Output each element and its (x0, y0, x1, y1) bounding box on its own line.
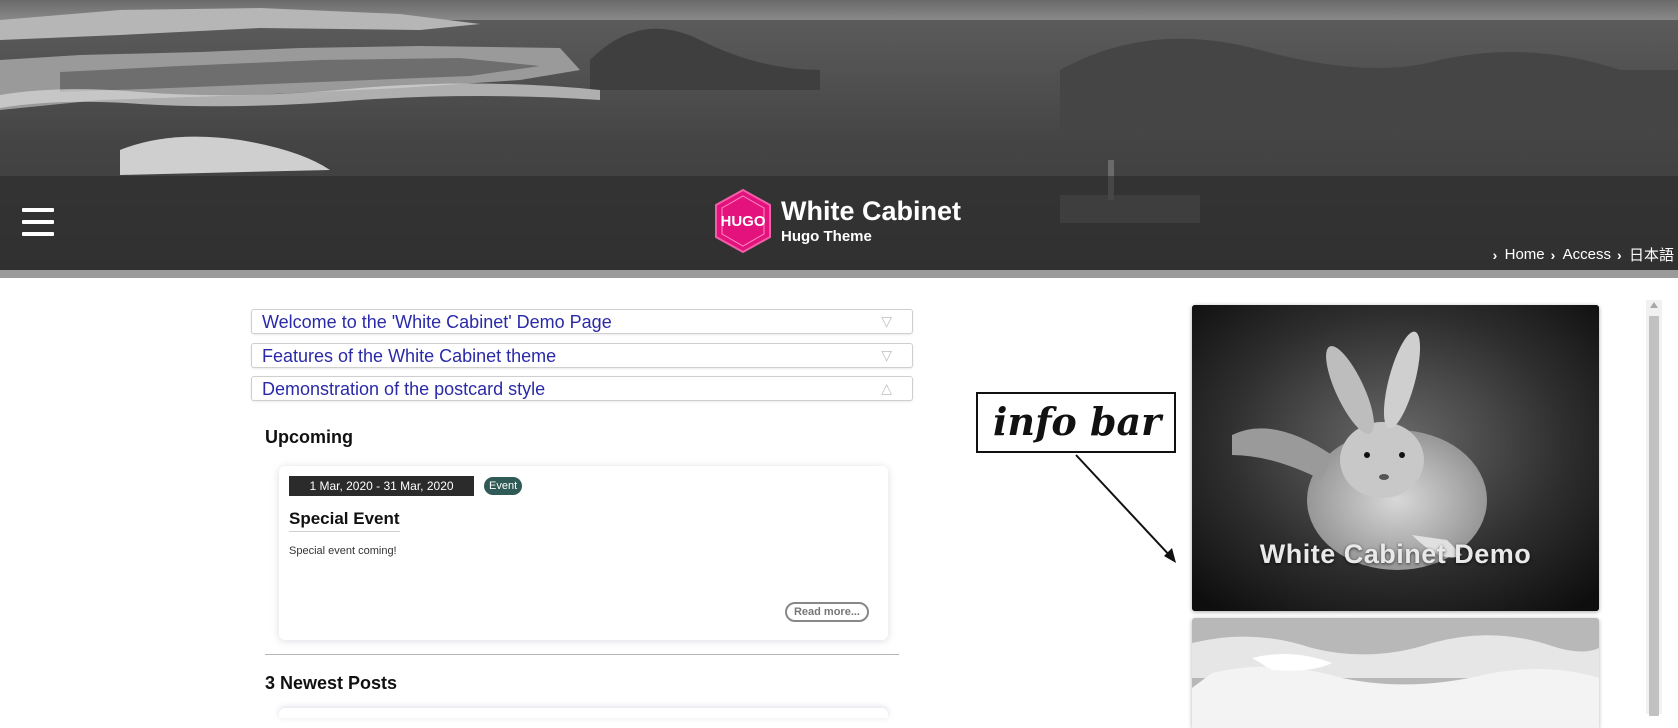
annotation-arrow-icon (1075, 454, 1176, 563)
accordion-label: Welcome to the 'White Cabinet' Demo Page (262, 312, 612, 332)
site-brand[interactable]: HUGO White Cabinet Hugo Theme (713, 188, 961, 254)
triangle-up-icon: △ (881, 380, 892, 396)
triangle-down-icon: ▽ (881, 313, 892, 329)
site-subtitle: Hugo Theme (781, 228, 872, 245)
nav-link-access[interactable]: › Access (1551, 244, 1611, 265)
chevron-right-icon: › (1492, 246, 1498, 263)
chevron-right-icon: › (1550, 246, 1556, 263)
sky-photo (1192, 618, 1599, 728)
site-header: HUGO White Cabinet Hugo Theme › Home › Acc… (0, 0, 1678, 278)
nav-label: Home (1504, 246, 1545, 263)
hugo-logo-icon: HUGO (713, 188, 773, 254)
scrollbar-thumb[interactable] (1649, 316, 1659, 716)
nav-label: 日本語 (1628, 247, 1674, 264)
header-bottom-strip (0, 270, 1678, 278)
sidebar-sky-image[interactable] (1192, 618, 1599, 728)
logo-text: HUGO (721, 213, 766, 230)
upcoming-heading: Upcoming (265, 427, 353, 447)
event-title[interactable]: Special Event (289, 509, 400, 532)
top-navigation: › Home › Access › 日本語 (1493, 244, 1674, 265)
accordion-label: Demonstration of the postcard style (262, 379, 546, 399)
site-title[interactable]: White Cabinet (781, 195, 961, 227)
read-more-button[interactable]: Read more... (784, 602, 869, 622)
event-description: Special event coming! (289, 545, 397, 557)
chevron-right-icon: › (1616, 246, 1622, 263)
sidebar-hero-image[interactable]: White Cabinet Demo (1192, 305, 1599, 611)
hamburger-menu-icon[interactable] (22, 208, 54, 236)
section-divider (265, 654, 899, 655)
event-badge: Event (484, 477, 523, 495)
nav-label: Access (1562, 246, 1611, 263)
accordion-label: Features of the White Cabinet theme (262, 346, 557, 366)
nav-link-japanese[interactable]: › 日本語 (1617, 244, 1674, 265)
accordion-features[interactable]: Features of the White Cabinet theme ▽ (251, 343, 913, 368)
triangle-down-icon: ▽ (881, 347, 892, 363)
newest-post-card (279, 708, 888, 718)
hero-caption: White Cabinet Demo (1259, 539, 1532, 569)
accordion-welcome[interactable]: Welcome to the 'White Cabinet' Demo Page… (251, 309, 913, 334)
annotation-text: info bar (993, 399, 1162, 444)
newest-posts-heading: 3 Newest Posts (265, 673, 398, 693)
accordion-postcard[interactable]: Demonstration of the postcard style △ (251, 376, 913, 401)
nav-link-home[interactable]: › Home (1493, 244, 1545, 265)
event-date-range: 1 Mar, 2020 - 31 Mar, 2020 (289, 476, 474, 496)
event-card: 1 Mar, 2020 - 31 Mar, 2020 Event Special… (279, 466, 888, 640)
annotation-callout: info bar (976, 392, 1176, 453)
page-scrollbar[interactable] (1646, 300, 1662, 716)
scroll-up-arrow-icon[interactable] (1650, 302, 1658, 308)
